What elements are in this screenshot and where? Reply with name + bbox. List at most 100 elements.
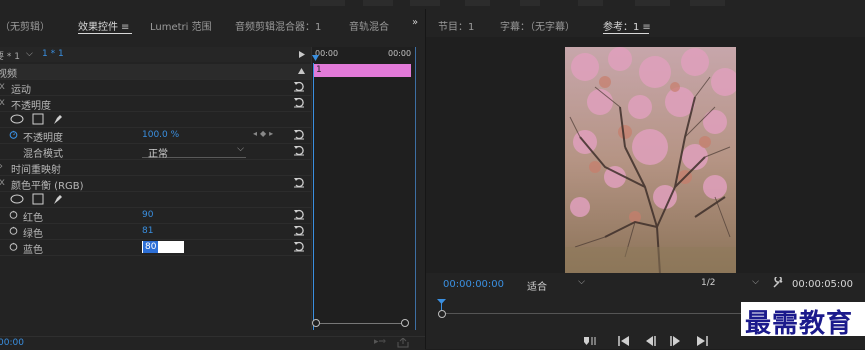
effect-controls-footer: 00:00 ▸⇒ <box>0 336 425 350</box>
insert-marker-icon[interactable] <box>583 335 597 347</box>
effect-row-motion[interactable]: x 运动 <box>0 80 311 96</box>
timeline-end-tc: 00:00 <box>388 49 412 58</box>
blue-value-selection: 80 <box>143 241 159 253</box>
param-name: 混合模式 <box>23 149 63 160</box>
fx-icon[interactable]: x <box>0 97 5 108</box>
active-tab-underline <box>603 33 649 34</box>
right-tabbar: 节目：1 字幕：（无字幕） 参考：1 ≡ <box>426 9 865 37</box>
fx-icon[interactable]: x <box>0 81 5 92</box>
blend-mode-row: 混合模式 正常 ⌵ <box>0 144 311 160</box>
effects-list: 视频 x 运动 x 不透明度 不透明度 100.0 % ◂◆▸ 混合模式 正常 … <box>0 64 311 339</box>
chevron-down-icon: ⌵ <box>578 277 585 287</box>
ellipse-mask-icon[interactable] <box>10 114 24 124</box>
blend-mode-value: 正常 <box>148 149 168 160</box>
watermark-text: 最需教育 <box>745 309 854 339</box>
clip-bar[interactable]: 1 <box>313 64 411 77</box>
left-tabbar: （无剪辑） 效果控件 ≡ Lumetri 范围 音频剪辑混合器：1 音轨混合 » <box>0 9 425 37</box>
tab-program[interactable]: 节目：1 <box>438 18 474 33</box>
tab-menu-icon[interactable]: ≡ <box>121 22 129 33</box>
stopwatch-icon[interactable] <box>9 210 18 219</box>
tab-lumetri-scopes[interactable]: Lumetri 范围 <box>150 18 212 33</box>
active-tab-underline <box>78 33 132 34</box>
expand-icon[interactable]: › <box>0 161 3 172</box>
green-param-row: 绿色 81 <box>0 224 311 240</box>
pen-mask-icon[interactable] <box>52 193 64 205</box>
effect-row-time-remap[interactable]: › 时间重映射 <box>0 160 311 176</box>
footer-timecode[interactable]: 00:00 <box>0 338 24 348</box>
tab-audio-track-mixer[interactable]: 音轨混合 <box>349 18 391 33</box>
effect-name: 不透明度 <box>11 101 51 112</box>
zoom-dropdown[interactable]: 适合 ⌵ <box>525 277 587 293</box>
reset-icon[interactable] <box>293 208 305 220</box>
play-only-icon[interactable] <box>299 51 305 58</box>
section-label: 视频 <box>0 69 17 80</box>
reset-icon[interactable] <box>293 128 305 140</box>
keyframe-nav-icon[interactable]: ◂◆▸ <box>253 129 276 138</box>
playhead-icon[interactable] <box>312 55 320 63</box>
mini-timeline: 00:00 00:00 1 <box>311 47 416 330</box>
tab-captions[interactable]: 字幕：（无字幕） <box>500 18 575 33</box>
effect-row-color-balance[interactable]: x 颜色平衡 (RGB) <box>0 176 311 192</box>
monitor-viewer[interactable] <box>426 37 865 274</box>
chevron-down-icon: ⌵ <box>237 144 244 154</box>
green-value[interactable]: 81 <box>142 226 153 236</box>
tab-menu-icon[interactable]: ≡ <box>642 22 650 33</box>
rectangle-mask-icon[interactable] <box>32 193 44 205</box>
param-name: 红色 <box>23 213 43 224</box>
sequence-label[interactable]: 1 * 1 <box>42 49 64 59</box>
reset-icon[interactable] <box>293 176 305 188</box>
resolution-dropdown[interactable]: 1/2 ⌵ <box>699 277 761 290</box>
opacity-value[interactable]: 100.0 % <box>142 130 179 140</box>
watermark-bg: 最需教育 <box>741 302 865 339</box>
stopwatch-icon[interactable] <box>9 226 18 235</box>
preview-image <box>565 47 736 274</box>
scrub-handle-left[interactable] <box>438 310 446 318</box>
tab-reference[interactable]: 参考：1 ≡ <box>603 18 651 33</box>
opacity-param-row: 不透明度 100.0 % ◂◆▸ <box>0 128 311 144</box>
ellipse-mask-icon[interactable] <box>10 194 24 204</box>
reset-icon[interactable] <box>293 240 305 252</box>
pen-mask-icon[interactable] <box>52 113 64 125</box>
tab-effect-controls[interactable]: 效果控件 ≡ <box>78 18 129 33</box>
step-forward-to-out-icon[interactable] <box>696 336 708 346</box>
blend-mode-dropdown[interactable]: 正常 ⌵ <box>142 144 246 160</box>
more-tabs-icon[interactable]: » <box>412 17 418 28</box>
chevron-down-icon[interactable]: ⌵ <box>26 49 33 59</box>
tab-no-clip[interactable]: （无剪辑） <box>0 18 50 33</box>
video-section-header[interactable]: 视频 <box>0 64 311 80</box>
chevron-down-icon: ⌵ <box>752 277 759 287</box>
collapse-icon[interactable] <box>298 68 305 74</box>
current-timecode[interactable]: 00:00:00:00 <box>443 279 504 290</box>
playhead-line <box>313 63 314 330</box>
export-icon[interactable] <box>397 338 409 348</box>
timeline-zoom-bar[interactable] <box>315 323 408 324</box>
stopwatch-icon[interactable] <box>9 130 18 139</box>
reset-icon[interactable] <box>293 144 305 156</box>
zoom-handle-left[interactable] <box>312 319 320 327</box>
play-icon[interactable] <box>670 336 682 346</box>
fx-icon[interactable]: x <box>0 177 5 188</box>
zoom-handle-right[interactable] <box>401 319 409 327</box>
reset-icon[interactable] <box>293 224 305 236</box>
red-value[interactable]: 90 <box>142 210 153 220</box>
clip-label: 1 <box>316 65 322 75</box>
playhead-icon[interactable] <box>437 299 446 305</box>
effect-row-opacity[interactable]: x 不透明度 <box>0 96 311 112</box>
wrench-icon[interactable] <box>772 277 784 289</box>
filter-icon[interactable]: ▸⇒ <box>374 337 386 347</box>
rectangle-mask-icon[interactable] <box>32 113 44 125</box>
mask-tools-row <box>0 112 311 128</box>
step-back-icon[interactable] <box>644 336 656 346</box>
blue-value-input[interactable]: 80 <box>142 241 184 253</box>
reset-icon[interactable] <box>293 96 305 108</box>
effect-name: 时间重映射 <box>11 165 61 176</box>
program-monitor-panel: 节目：1 字幕：（无字幕） 参考：1 ≡ 00:00:00:00 适合 ⌵ 1/… <box>426 9 865 349</box>
step-back-to-in-icon[interactable] <box>618 336 630 346</box>
red-param-row: 红色 90 <box>0 208 311 224</box>
top-menu-strip <box>0 0 865 9</box>
reset-icon[interactable] <box>293 80 305 92</box>
stopwatch-icon[interactable] <box>9 242 18 251</box>
param-name: 绿色 <box>23 229 43 240</box>
tab-audio-clip-mixer[interactable]: 音频剪辑混合器：1 <box>235 18 321 33</box>
param-name: 不透明度 <box>23 133 63 144</box>
